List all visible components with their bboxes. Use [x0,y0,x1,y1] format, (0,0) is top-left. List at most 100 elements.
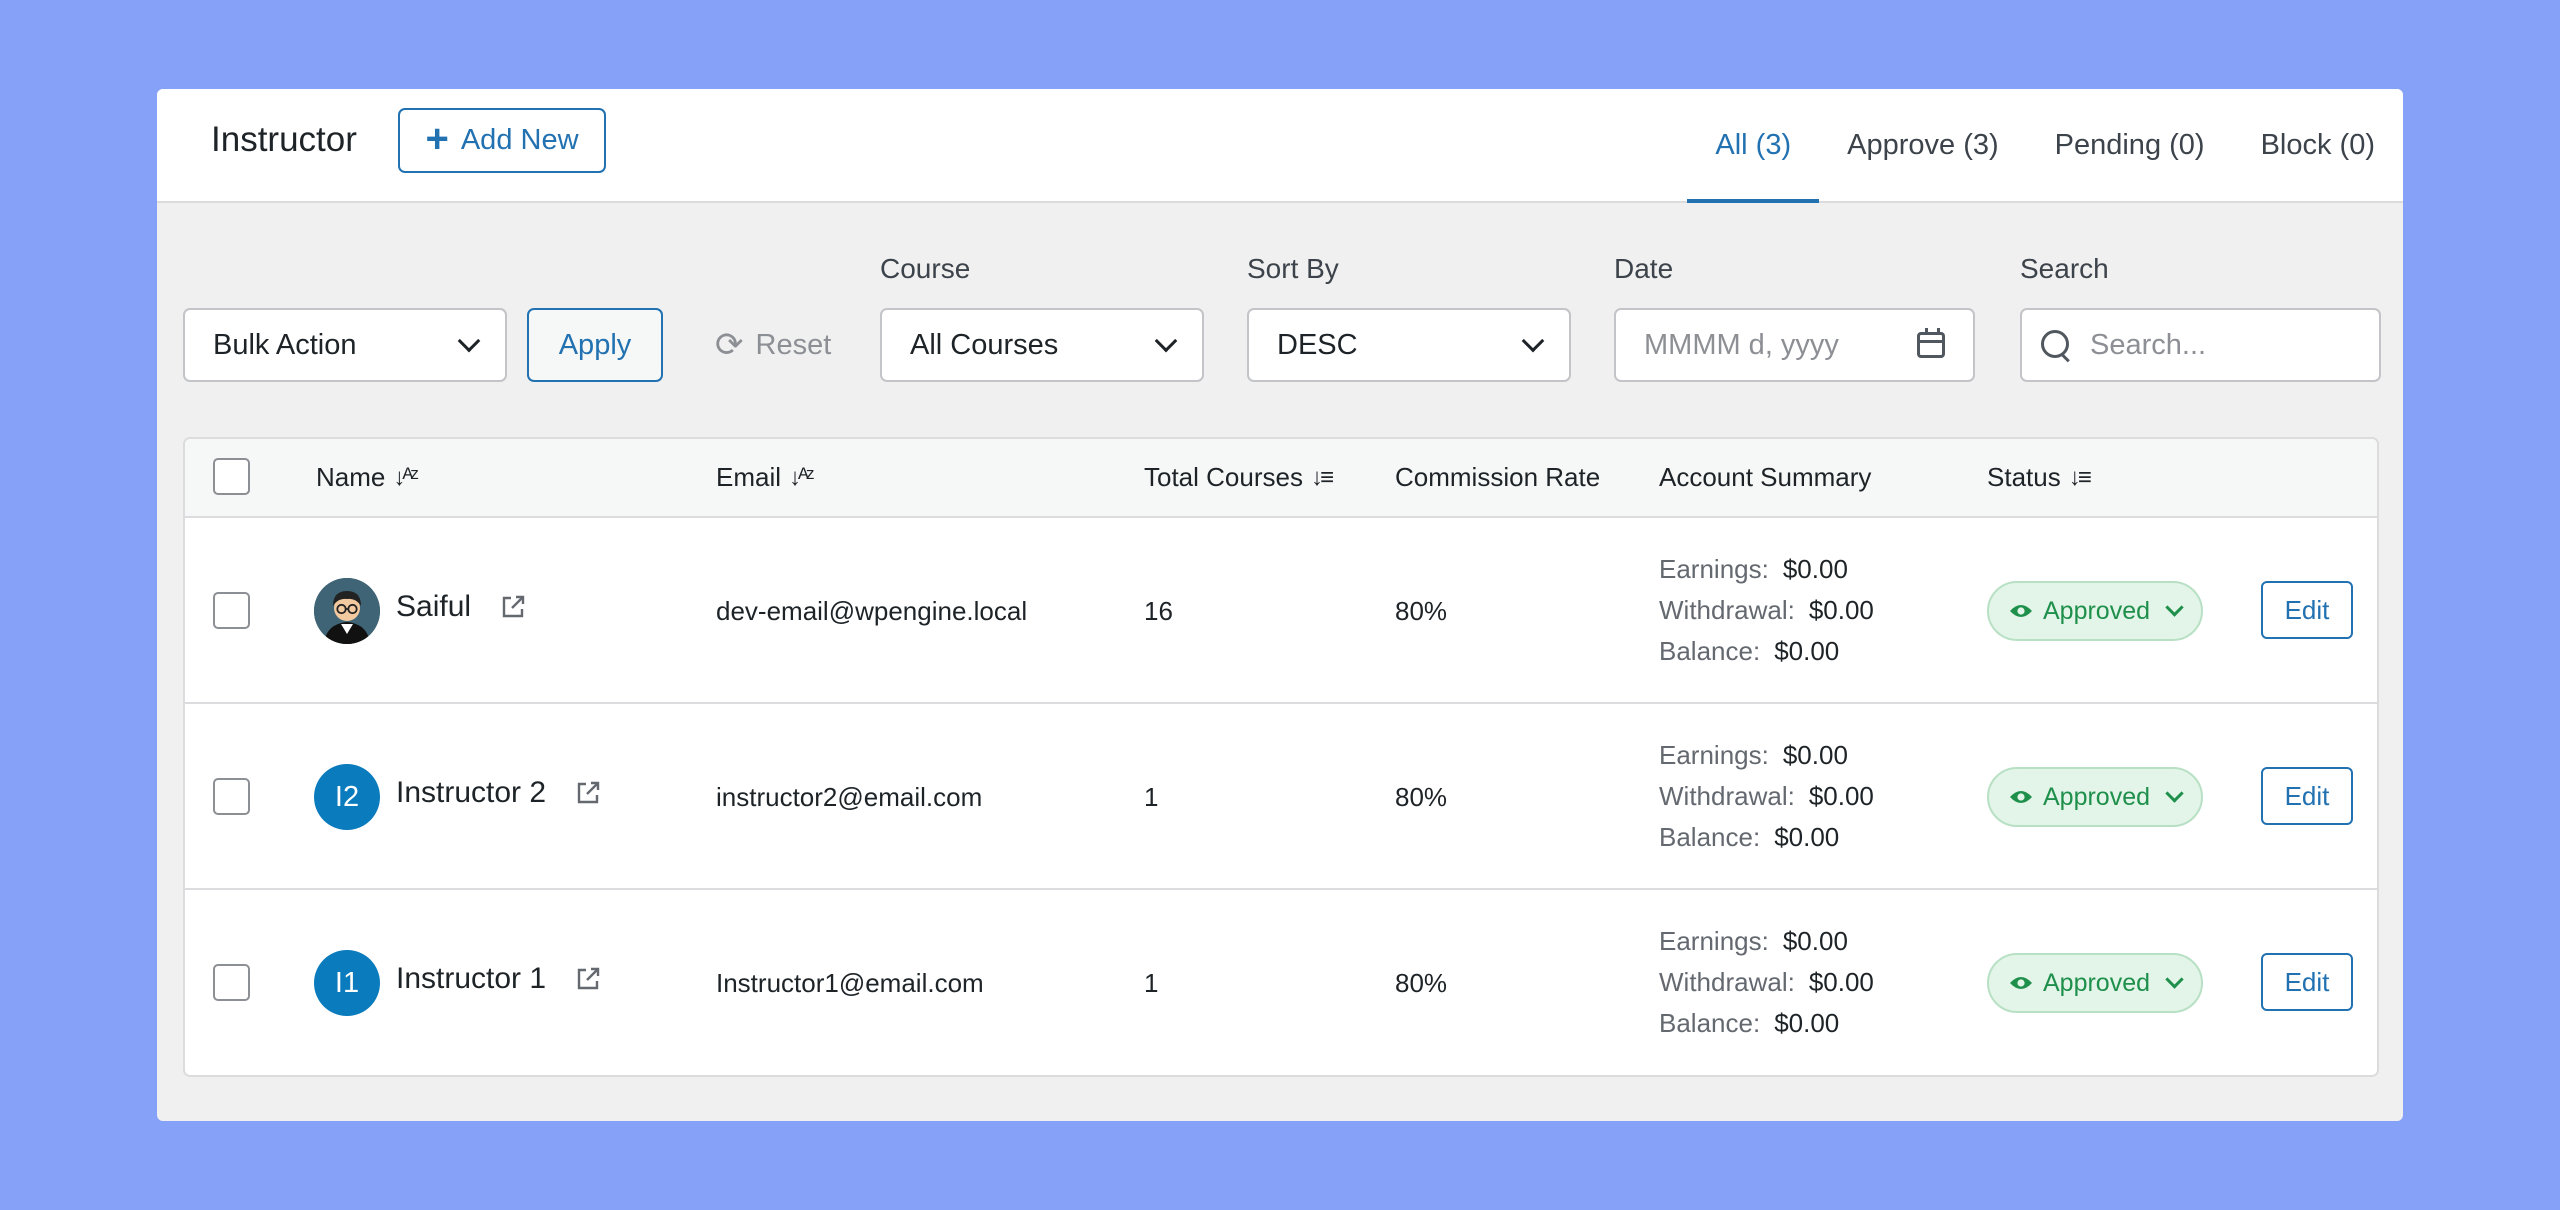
withdrawal-label: Withdrawal: [1659,967,1795,997]
course-select[interactable]: All Courses [880,308,1204,382]
bulk-action-select[interactable]: Bulk Action [183,308,507,382]
tab-all[interactable]: All (3) [1687,89,1819,203]
instructor-email: Instructor1@email.com [716,968,984,998]
column-summary-label: Account Summary [1659,462,1872,492]
table-header: Name ↓ᴬᶻ Email ↓ᴬᶻ Total Courses ↓≡ Comm… [185,439,2377,518]
account-summary: Earnings: $0.00 Withdrawal: $0.00 Balance:… [1659,549,1874,672]
withdrawal-value: $0.00 [1808,781,1874,811]
search-label: Search [2020,253,2109,284]
balance-value: $0.00 [1774,636,1840,666]
column-name-label: Name [316,462,386,492]
calendar-icon [1917,328,1945,358]
tab-block[interactable]: Block (0) [2233,89,2403,201]
instructor-name-text: Saiful [396,590,472,623]
commission-rate: 80% [1395,968,1448,998]
instructor-name-text: Instructor 2 [396,776,547,809]
balance-value: $0.00 [1774,1008,1840,1038]
add-new-button[interactable]: + Add New [398,108,606,173]
column-total-courses[interactable]: Total Courses ↓≡ [1144,439,1334,516]
course-value: All Courses [910,328,1059,361]
sort-by-select[interactable]: DESC [1247,308,1571,382]
earnings-label: Earnings: [1659,740,1769,770]
instructor-email: instructor2@email.com [716,782,983,812]
row-checkbox[interactable] [213,964,250,1001]
avatar: I1 [314,950,380,1016]
chevron-down-icon [2165,970,2184,989]
refresh-icon: ⟳ [715,326,744,364]
page-header: Instructor + Add New All (3) Approve (3)… [157,89,2403,203]
add-new-label: Add New [460,124,579,156]
external-link-icon[interactable] [574,779,602,807]
withdrawal-value: $0.00 [1808,595,1874,625]
instructor-panel: Instructor + Add New All (3) Approve (3)… [157,89,2403,1121]
eye-icon [2009,977,2032,989]
withdrawal-value: $0.00 [1808,967,1874,997]
column-summary: Account Summary [1659,439,1871,516]
page-title: Instructor [211,120,357,159]
row-checkbox[interactable] [213,778,250,815]
search-icon [2040,329,2072,361]
sort-by-label: Sort By [1247,253,1339,284]
course-label: Course [880,253,971,284]
instructor-table: Name ↓ᴬᶻ Email ↓ᴬᶻ Total Courses ↓≡ Comm… [183,437,2379,1077]
reset-button[interactable]: ⟳ Reset [715,317,831,373]
external-link-icon[interactable] [574,965,602,993]
sort-desc-icon: ↓≡ [2068,463,2092,491]
earnings-label: Earnings: [1659,554,1769,584]
table-row: I1 Instructor 1 Instructor1@email.com 1 … [185,890,2377,1075]
status-dropdown[interactable]: Approved [1987,953,2203,1013]
table-row: I2 Instructor 2 instructor2@email.com 1 … [185,704,2377,890]
chevron-down-icon [1154,329,1178,353]
date-placeholder: MMMM d, yyyy [1644,328,1839,361]
instructor-name-text: Instructor 1 [396,962,547,995]
avatar: I2 [314,764,380,830]
status-label: Approved [2042,782,2151,811]
total-courses: 1 [1144,968,1159,998]
column-total-courses-label: Total Courses [1144,462,1303,492]
tab-pending[interactable]: Pending (0) [2027,89,2233,201]
select-all-checkbox[interactable] [213,458,250,495]
edit-button[interactable]: Edit [2261,953,2353,1011]
sort-desc-icon: ↓≡ [1310,463,1334,491]
instructor-email: dev-email@wpengine.local [716,596,1028,626]
earnings-value: $0.00 [1782,554,1848,584]
column-email[interactable]: Email ↓ᴬᶻ [716,439,815,516]
tab-approve[interactable]: Approve (3) [1819,89,2027,201]
commission-rate: 80% [1395,596,1448,626]
withdrawal-label: Withdrawal: [1659,781,1795,811]
status-dropdown[interactable]: Approved [1987,767,2203,827]
edit-button[interactable]: Edit [2261,767,2353,825]
plus-icon: + [425,117,449,161]
chevron-down-icon [1521,329,1545,353]
earnings-label: Earnings: [1659,926,1769,956]
status-tabs: All (3) Approve (3) Pending (0) Block (0… [1687,89,2403,203]
chevron-down-icon [2165,598,2184,617]
total-courses: 1 [1144,782,1159,812]
balance-value: $0.00 [1774,822,1840,852]
sort-by-value: DESC [1277,328,1358,361]
instructor-name: Instructor 2 [396,776,602,810]
row-checkbox[interactable] [213,592,250,629]
avatar [314,578,380,644]
search-input[interactable]: Search... [2020,308,2381,382]
reset-label: Reset [755,328,832,361]
edit-button[interactable]: Edit [2261,581,2353,639]
apply-button[interactable]: Apply [527,308,663,382]
status-label: Approved [2042,596,2151,625]
date-field[interactable]: MMMM d, yyyy [1614,308,1975,382]
account-summary: Earnings: $0.00 Withdrawal: $0.00 Balance:… [1659,921,1874,1044]
withdrawal-label: Withdrawal: [1659,595,1795,625]
bulk-action-value: Bulk Action [213,328,357,361]
filter-bar: Bulk Action Apply ⟳ Reset Course All Cou… [157,203,2403,433]
sort-az-icon: ↓ᴬᶻ [393,463,419,491]
column-commission: Commission Rate [1395,439,1600,516]
balance-label: Balance: [1659,636,1761,666]
external-link-icon[interactable] [499,593,527,621]
chevron-down-icon [457,329,481,353]
earnings-value: $0.00 [1782,926,1848,956]
column-commission-label: Commission Rate [1395,462,1601,492]
earnings-value: $0.00 [1782,740,1848,770]
column-name[interactable]: Name ↓ᴬᶻ [316,439,419,516]
status-dropdown[interactable]: Approved [1987,581,2203,641]
column-status[interactable]: Status ↓≡ [1987,439,2092,516]
